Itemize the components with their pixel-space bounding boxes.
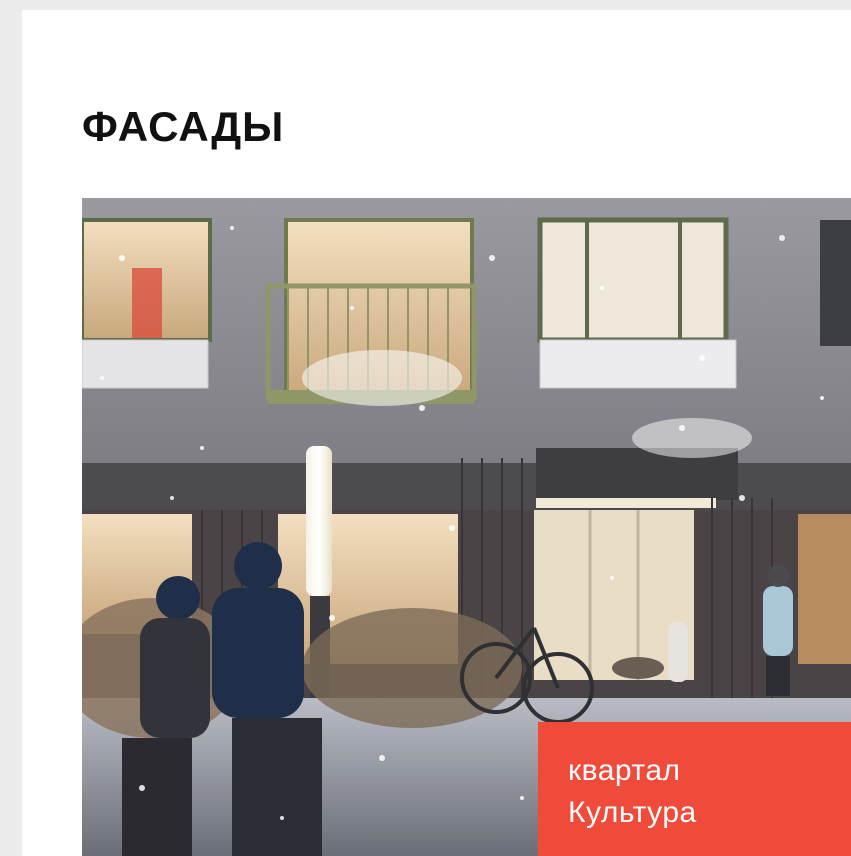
project-badge: квартал Культура: [538, 722, 851, 856]
section-title: ФАСАДЫ: [82, 103, 285, 150]
badge-line-1: квартал: [568, 754, 681, 787]
badge-line-2: Культура: [568, 796, 697, 829]
facades-card: ФАСАДЫ квартал Культура: [22, 10, 851, 856]
